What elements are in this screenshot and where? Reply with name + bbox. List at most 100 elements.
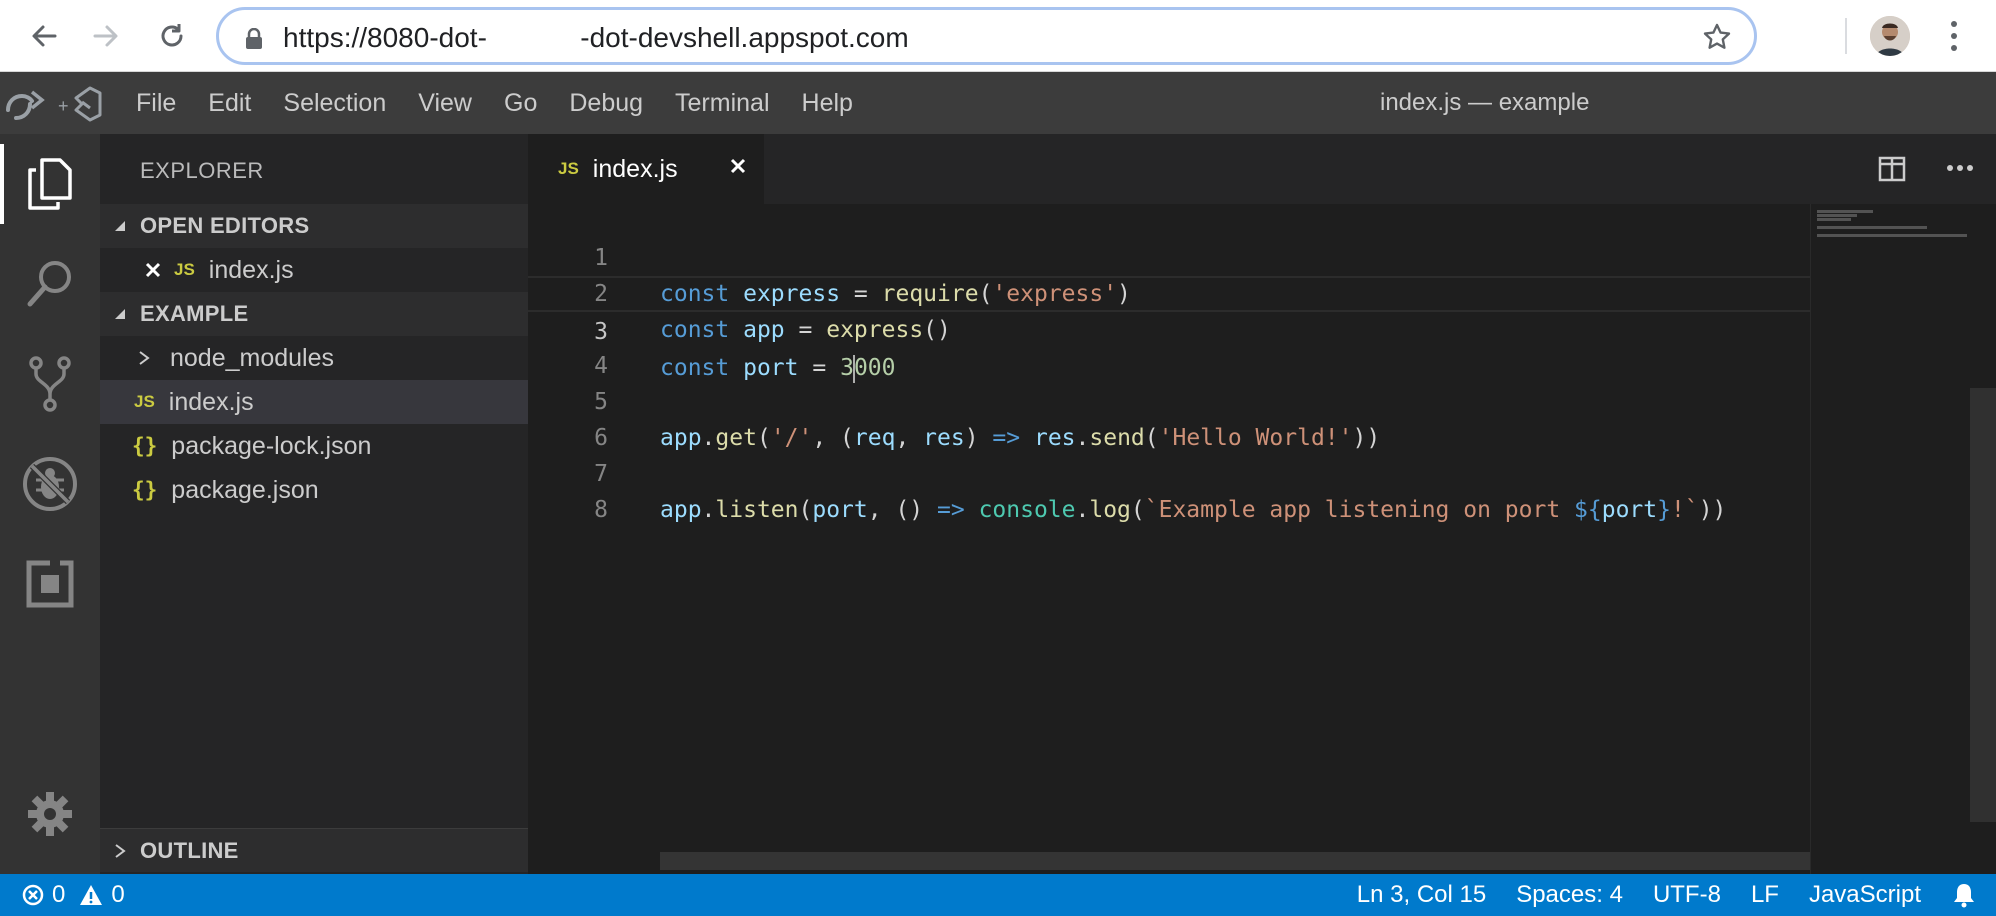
tree-item-package-json[interactable]: {} package.json: [100, 468, 528, 512]
menu-help[interactable]: Help: [786, 72, 869, 134]
line-ending[interactable]: LF: [1736, 881, 1794, 909]
tree-item-label: package-lock.json: [171, 431, 372, 460]
main-menu: File Edit Selection View Go Debug Termin…: [120, 72, 869, 134]
address-bar[interactable]: https://8080-dot- -dot-devshell.appspot.…: [216, 7, 1757, 65]
error-count: 0: [52, 881, 66, 908]
toolbar-divider: [1845, 18, 1847, 54]
code-editor[interactable]: 1 const express = require('express') 2 c…: [528, 204, 1810, 804]
source-control-icon: [29, 356, 71, 412]
tree-item-node-modules[interactable]: node_modules: [100, 336, 528, 380]
menu-go[interactable]: Go: [488, 72, 553, 134]
tree-item-index-js[interactable]: JS index.js: [100, 380, 528, 424]
cursor-position[interactable]: Ln 3, Col 15: [1342, 881, 1501, 909]
forward-button[interactable]: [84, 14, 128, 58]
menu-selection[interactable]: Selection: [267, 72, 402, 134]
open-editors-label: OPEN EDITORS: [140, 213, 310, 238]
editor-actions: [1856, 134, 1996, 204]
app-logo-icon: +: [6, 86, 102, 122]
code-line: 8: [594, 497, 608, 523]
window-title: index.js — example: [1380, 89, 1590, 116]
activity-bar: [0, 134, 100, 874]
json-file-icon: {}: [132, 478, 158, 502]
editor-area: JS index.js 1 const express = require('e…: [528, 134, 1996, 874]
error-icon: [22, 884, 44, 906]
language-mode[interactable]: JavaScript: [1794, 881, 1936, 909]
encoding[interactable]: UTF-8: [1638, 881, 1736, 909]
menu-terminal[interactable]: Terminal: [659, 72, 785, 134]
browser-toolbar: https://8080-dot- -dot-devshell.appspot.…: [0, 0, 1996, 72]
star-icon[interactable]: [1702, 22, 1732, 52]
bell-icon[interactable]: [1952, 882, 1976, 908]
tree-item-label: node_modules: [170, 343, 335, 372]
code-line: 2 const app = express(): [594, 281, 951, 343]
close-icon[interactable]: [728, 156, 748, 176]
activity-settings[interactable]: [0, 764, 100, 864]
menu-edit[interactable]: Edit: [192, 72, 267, 134]
folder-header[interactable]: EXAMPLE: [100, 292, 528, 336]
open-editor-item[interactable]: JS index.js: [100, 248, 528, 292]
folder-label: EXAMPLE: [140, 301, 249, 326]
svg-text:+: +: [58, 96, 69, 116]
horizontal-scrollbar[interactable]: [660, 852, 1810, 870]
split-editor-icon[interactable]: [1878, 156, 1906, 182]
json-file-icon: {}: [132, 434, 158, 458]
back-icon: [32, 25, 57, 47]
activity-source-control[interactable]: [0, 334, 100, 434]
js-file-icon: JS: [174, 260, 195, 279]
chevron-right-icon: [139, 351, 150, 365]
code-line-current: 3 const port = 3000: [528, 276, 1810, 383]
code-line: 1 const express = require('express'): [594, 245, 1131, 307]
extensions-icon: [26, 560, 74, 608]
menu-debug[interactable]: Debug: [553, 72, 659, 134]
menu-view[interactable]: View: [402, 72, 488, 134]
url-text: https://8080-dot- -dot-devshell.appspot.…: [283, 22, 909, 53]
chevron-down-icon: [115, 309, 125, 319]
activity-debug[interactable]: [0, 434, 100, 534]
problems-indicator[interactable]: 0 0: [22, 874, 125, 916]
js-file-icon: JS: [558, 159, 579, 178]
outline-label: OUTLINE: [140, 837, 239, 863]
activity-extensions[interactable]: [0, 534, 100, 634]
indentation[interactable]: Spaces: 4: [1501, 881, 1638, 909]
activity-explorer[interactable]: [0, 134, 100, 234]
code-line: 4: [594, 353, 608, 379]
more-actions-icon[interactable]: [1946, 164, 1974, 172]
reload-icon: [161, 24, 183, 47]
activity-search[interactable]: [0, 234, 100, 334]
chevron-right-icon: [115, 843, 126, 858]
tree-item-package-lock[interactable]: {} package-lock.json: [100, 424, 528, 468]
code-line: 5 app.get('/', (req, res) => res.send('H…: [594, 389, 1381, 451]
menu-bar: + File Edit Selection View Go Debug Term…: [0, 72, 1996, 134]
js-file-icon: JS: [134, 392, 155, 411]
code-line: 7 app.listen(port, () => console.log(`Ex…: [594, 461, 1727, 523]
minimap[interactable]: [1810, 204, 1996, 874]
editor-tab-bar: JS index.js: [528, 134, 1996, 204]
code-line: 6: [594, 425, 608, 451]
avatar[interactable]: [1870, 16, 1910, 56]
tab-index-js[interactable]: JS index.js: [528, 134, 764, 204]
warning-icon: [80, 885, 103, 905]
menu-file[interactable]: File: [120, 72, 192, 134]
browser-menu-icon[interactable]: [1944, 18, 1964, 54]
explorer-title: EXPLORER: [140, 158, 264, 183]
warning-count: 0: [111, 881, 125, 908]
tab-label: index.js: [592, 154, 678, 183]
explorer-sidebar: EXPLORER OPEN EDITORS JS index.js EXAMPL…: [100, 134, 528, 874]
tree-item-label: index.js: [168, 387, 254, 416]
tree-item-label: package.json: [171, 475, 319, 504]
open-editor-filename: index.js: [208, 255, 294, 284]
reload-button[interactable]: [150, 14, 194, 58]
outline-header[interactable]: OUTLINE: [100, 828, 528, 872]
back-button[interactable]: [22, 14, 66, 58]
close-icon[interactable]: [144, 261, 162, 279]
chevron-down-icon: [115, 221, 125, 231]
status-right: Ln 3, Col 15 Spaces: 4 UTF-8 LF JavaScri…: [1342, 874, 1976, 916]
status-bar: 0 0 Ln 3, Col 15 Spaces: 4 UTF-8 LF Java…: [0, 874, 1996, 916]
debug-icon: [23, 457, 77, 511]
search-icon: [27, 261, 71, 307]
open-editors-header[interactable]: OPEN EDITORS: [100, 204, 528, 248]
vertical-scrollbar[interactable]: [1970, 388, 1996, 822]
settings-gear-icon: [28, 792, 72, 836]
forward-icon: [93, 25, 118, 47]
lock-icon: [246, 28, 262, 49]
